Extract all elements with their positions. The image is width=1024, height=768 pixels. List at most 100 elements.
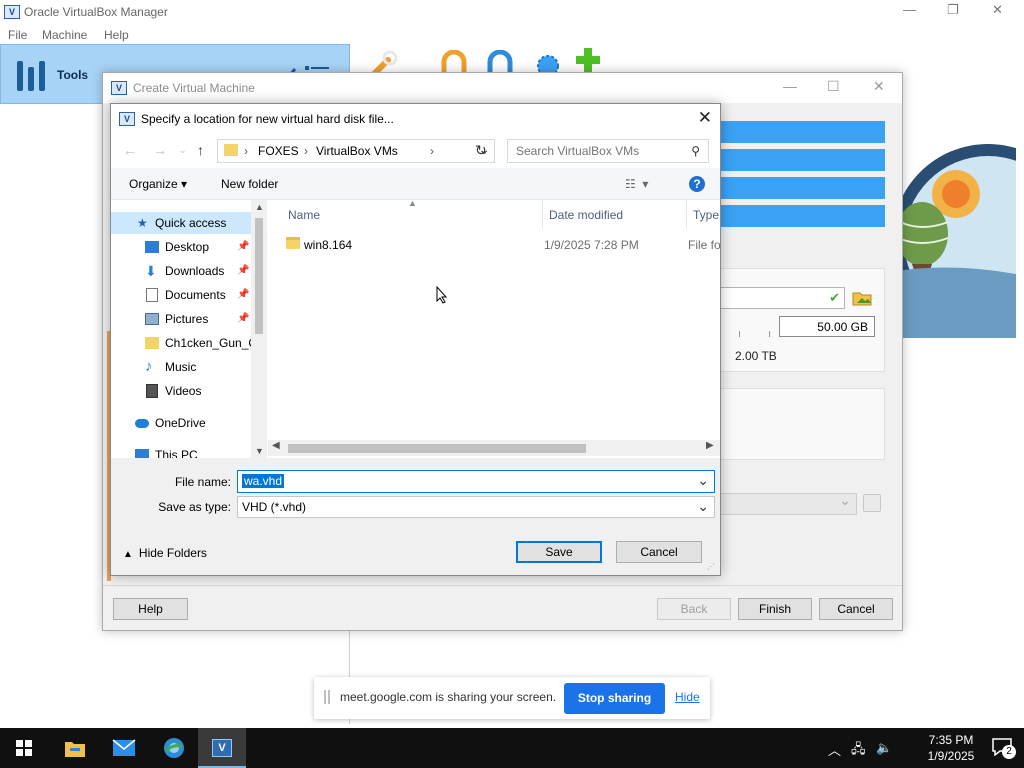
- sort-ascending-icon: ▲: [408, 200, 417, 208]
- cancel-button[interactable]: Cancel: [819, 598, 893, 620]
- drag-handle-icon[interactable]: [324, 690, 330, 704]
- help-button[interactable]: Help: [113, 598, 188, 620]
- notifications-button[interactable]: 2: [992, 738, 1016, 759]
- nav-item-chicken-gun[interactable]: Ch1cken_Gun_C: [111, 332, 251, 354]
- pin-icon: 📌: [237, 241, 250, 252]
- browser-icon: [164, 738, 184, 758]
- scroll-right-icon[interactable]: ▶: [706, 440, 714, 451]
- disk-format-panel: [721, 388, 885, 460]
- chevron-up-icon[interactable]: ︿: [828, 740, 841, 759]
- command-bar: Organize ▾ New folder ☷ ▾ ?: [111, 168, 720, 200]
- nav-item-pictures[interactable]: Pictures 📌: [111, 308, 251, 330]
- address-bar[interactable]: › FOXES › VirtualBox VMs › ⌄: [217, 139, 495, 163]
- new-folder-button[interactable]: New folder: [221, 177, 278, 191]
- menu-file[interactable]: File: [8, 28, 27, 42]
- taskbar-browser[interactable]: [150, 728, 198, 768]
- maximize-icon[interactable]: ☐: [827, 78, 840, 95]
- restore-icon[interactable]: ❐: [947, 2, 959, 18]
- section-header-bar: [721, 149, 885, 171]
- cloud-icon: [135, 419, 149, 428]
- nav-item-videos[interactable]: Videos: [111, 380, 251, 402]
- nav-item-onedrive[interactable]: OneDrive: [111, 412, 251, 434]
- cancel-button[interactable]: Cancel: [616, 541, 702, 563]
- save-dialog-title: Specify a location for new virtual hard …: [141, 112, 394, 126]
- save-dialog-titlebar: V Specify a location for new virtual har…: [111, 104, 720, 134]
- organize-button[interactable]: Organize ▾: [129, 177, 187, 191]
- disk-size-field[interactable]: 50.00 GB: [779, 316, 875, 337]
- create-vm-title: Create Virtual Machine: [133, 81, 255, 95]
- breadcrumb-foxes[interactable]: FOXES: [258, 144, 299, 158]
- column-type[interactable]: Type: [693, 208, 719, 222]
- hide-link[interactable]: Hide: [675, 690, 700, 704]
- save-type-value: VHD (*.vhd): [242, 500, 307, 514]
- taskbar-virtualbox[interactable]: V: [198, 728, 246, 768]
- file-name-input[interactable]: wa.vhd ⌄: [237, 470, 715, 493]
- taskbar-mail[interactable]: [100, 728, 148, 768]
- tools-icon: [17, 59, 47, 91]
- view-options-icon[interactable]: ☷ ▾: [625, 177, 648, 191]
- notification-count: 2: [1002, 745, 1016, 759]
- recent-locations-icon[interactable]: ⌄: [179, 145, 187, 156]
- close-icon[interactable]: ✕: [992, 2, 1003, 18]
- column-name[interactable]: Name: [288, 208, 320, 222]
- create-vm-titlebar: V Create Virtual Machine — ☐ ✕: [103, 73, 902, 103]
- folder-icon: [286, 237, 300, 249]
- start-button[interactable]: [0, 728, 48, 768]
- search-input[interactable]: [508, 140, 683, 162]
- nav-item-documents[interactable]: Documents 📌: [111, 284, 251, 306]
- menu-help[interactable]: Help: [104, 28, 129, 42]
- scroll-down-icon[interactable]: ▼: [255, 446, 264, 456]
- breadcrumb-virtualbox-vms[interactable]: VirtualBox VMs: [316, 144, 398, 158]
- disk-path-field[interactable]: ✔: [721, 287, 845, 309]
- close-icon[interactable]: ✕: [873, 78, 885, 95]
- file-type: File fo: [688, 238, 720, 252]
- back-arrow-icon[interactable]: ←: [123, 142, 137, 158]
- choose-folder-icon[interactable]: [851, 287, 873, 309]
- save-file-dialog: V Specify a location for new virtual har…: [110, 103, 721, 576]
- clock[interactable]: 7:35 PM 1/9/2025: [920, 732, 982, 764]
- save-type-dropdown-icon[interactable]: ⌄: [697, 498, 709, 515]
- help-icon[interactable]: ?: [689, 176, 705, 192]
- minimize-icon[interactable]: —: [783, 78, 797, 94]
- hide-folders-button[interactable]: ▲ Hide Folders: [123, 546, 207, 560]
- file-name-dropdown-icon[interactable]: ⌄: [697, 472, 709, 489]
- nav-item-desktop[interactable]: Desktop 📌: [111, 236, 251, 258]
- scroll-thumb[interactable]: [288, 444, 586, 453]
- save-button[interactable]: Save: [516, 541, 602, 563]
- finish-button[interactable]: Finish: [738, 598, 812, 620]
- horizontal-scrollbar[interactable]: ◀ ▶: [268, 440, 720, 456]
- max-size-label: 2.00 TB: [735, 349, 777, 363]
- nav-item-this-pc[interactable]: This PC: [111, 444, 251, 458]
- search-box[interactable]: ⚲: [507, 139, 709, 163]
- pin-icon: 📌: [237, 265, 250, 276]
- taskbar-file-explorer[interactable]: [50, 728, 98, 768]
- close-icon[interactable]: ✕: [698, 108, 712, 128]
- add-icon[interactable]: [574, 46, 602, 74]
- minimize-icon[interactable]: —: [903, 2, 916, 17]
- back-button[interactable]: Back: [657, 598, 731, 620]
- disabled-combo: [721, 492, 857, 515]
- refresh-icon[interactable]: ↻: [475, 142, 487, 159]
- navigation-scrollbar[interactable]: ▲ ▼: [251, 200, 266, 458]
- menu-machine[interactable]: Machine: [42, 28, 87, 42]
- forward-arrow-icon[interactable]: →: [153, 142, 167, 158]
- network-icon[interactable]: 🖧: [851, 740, 866, 762]
- stop-sharing-button[interactable]: Stop sharing: [564, 683, 665, 714]
- nav-item-quick-access[interactable]: ★ Quick access: [111, 212, 251, 234]
- resize-grip-icon[interactable]: ⋰: [707, 562, 717, 572]
- file-explorer-icon: [65, 742, 85, 757]
- search-icon: ⚲: [691, 144, 700, 158]
- volume-icon[interactable]: 🔈: [876, 740, 892, 756]
- nav-item-music[interactable]: ♪ Music: [111, 356, 251, 378]
- file-name-label: File name:: [174, 475, 231, 489]
- desktop-icon: [145, 241, 159, 253]
- column-date-modified[interactable]: Date modified: [549, 208, 623, 222]
- file-row[interactable]: win8.164 1/9/2025 7:28 PM File fo: [284, 230, 720, 252]
- nav-item-downloads[interactable]: ⬇ Downloads 📌: [111, 260, 251, 282]
- scroll-thumb[interactable]: [255, 218, 263, 334]
- scroll-left-icon[interactable]: ◀: [272, 440, 280, 451]
- save-type-select[interactable]: VHD (*.vhd) ⌄: [237, 496, 715, 518]
- up-arrow-icon[interactable]: ↑: [197, 142, 204, 158]
- scroll-up-icon[interactable]: ▲: [255, 202, 264, 212]
- pc-icon: [135, 449, 149, 458]
